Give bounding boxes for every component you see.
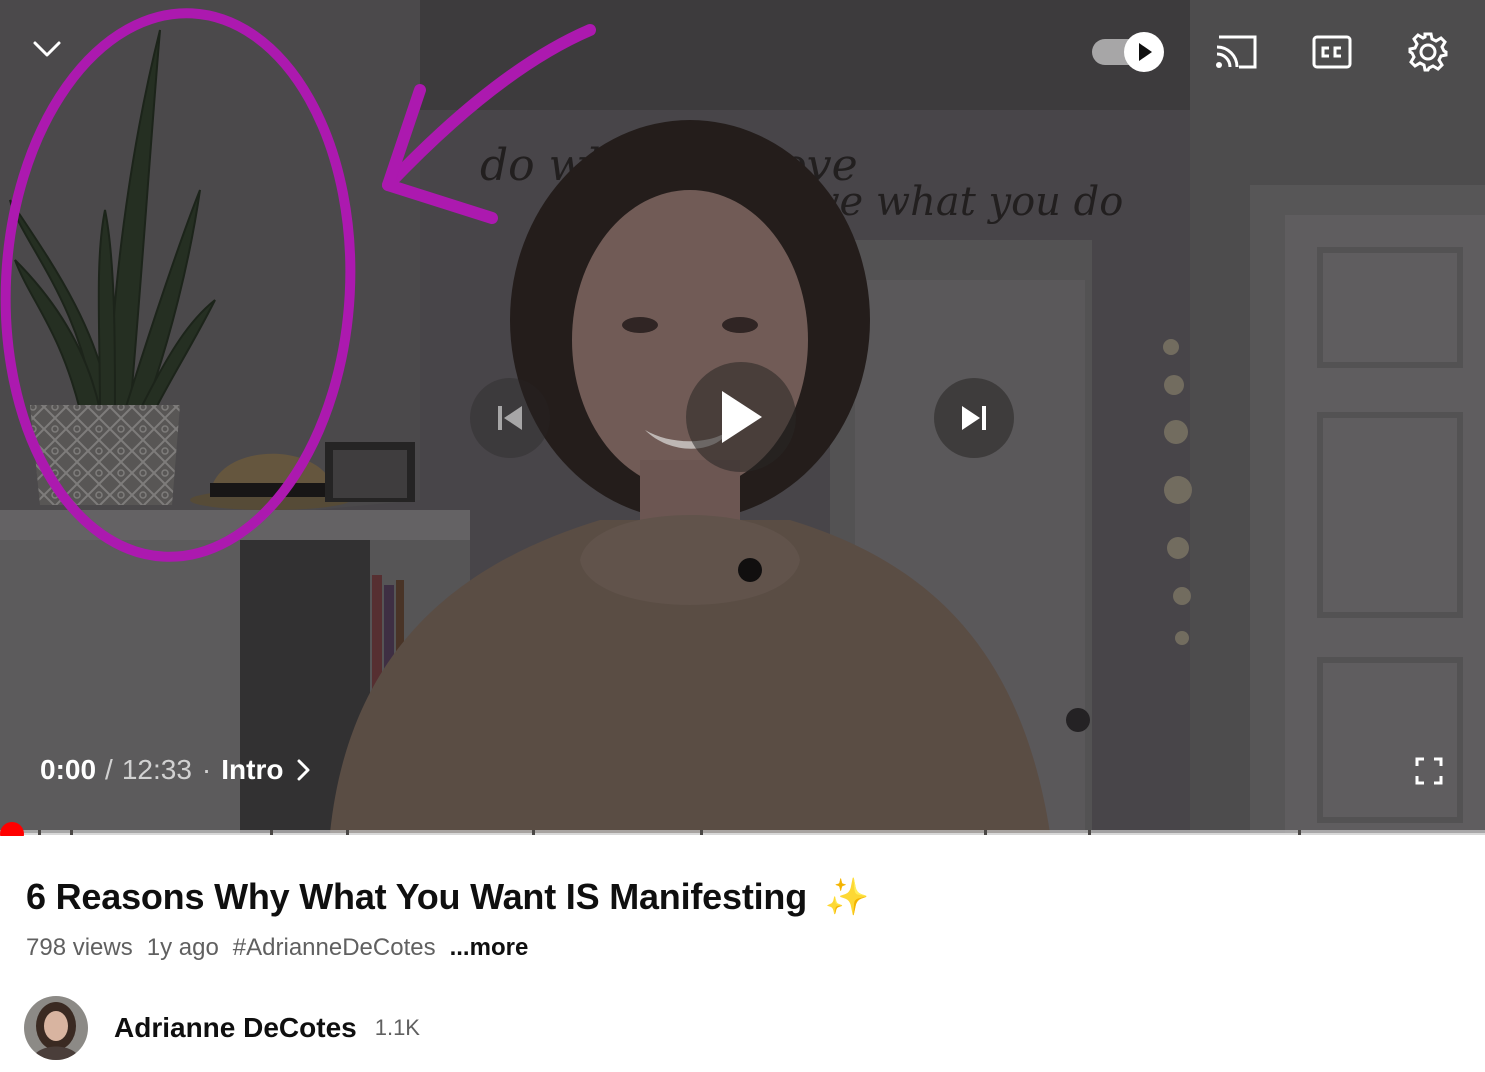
sparkles-emoji: ✨ [824, 876, 870, 917]
more-link[interactable]: ...more [450, 934, 529, 962]
play-button[interactable] [686, 362, 796, 472]
captions-button[interactable] [1306, 28, 1358, 76]
cast-button[interactable] [1210, 28, 1262, 76]
video-title[interactable]: 6 Reasons Why What You Want IS Manifesti… [26, 876, 870, 918]
captions-icon [1312, 35, 1352, 69]
skip-previous-icon [498, 406, 522, 430]
total-time: 12:33 [121, 754, 192, 785]
autoplay-toggle-icon [1092, 32, 1164, 72]
autoplay-toggle[interactable] [1088, 28, 1168, 76]
video-title-text: 6 Reasons Why What You Want IS Manifesti… [26, 876, 807, 917]
skip-next-icon [962, 406, 986, 430]
settings-button[interactable] [1402, 26, 1454, 78]
play-icon [722, 391, 762, 443]
collapse-button[interactable] [22, 24, 72, 74]
progress-bar[interactable] [0, 828, 1485, 836]
time-display[interactable]: 0:00 / 12:33 · Intro [40, 752, 311, 788]
previous-button[interactable] [470, 378, 550, 458]
chapter-title[interactable]: Intro [221, 754, 283, 786]
cast-icon [1216, 35, 1257, 69]
video-player[interactable]: do what you love love what you do [0, 0, 1485, 833]
current-time: 0:00 [40, 754, 97, 785]
upload-age: 1y ago [146, 934, 219, 961]
video-metadata[interactable]: 798 views 1y ago #AdrianneDeCotes ...mor… [26, 934, 528, 962]
fullscreen-icon [1415, 757, 1443, 785]
chevron-down-icon [33, 41, 61, 57]
next-button[interactable] [934, 378, 1014, 458]
subscriber-count: 1.1K [374, 1015, 420, 1040]
chapter-separator: · [201, 754, 212, 785]
time-separator: / [105, 754, 113, 785]
view-count: 798 views [26, 934, 133, 961]
fullscreen-button[interactable] [1406, 748, 1452, 794]
chevron-right-icon [297, 759, 310, 781]
hashtag[interactable]: #AdrianneDeCotes [233, 934, 436, 962]
channel-row[interactable]: Adrianne DeCotes 1.1K [24, 996, 420, 1060]
channel-name[interactable]: Adrianne DeCotes [114, 1012, 357, 1044]
avatar[interactable] [24, 996, 88, 1060]
gear-icon [1408, 32, 1448, 72]
